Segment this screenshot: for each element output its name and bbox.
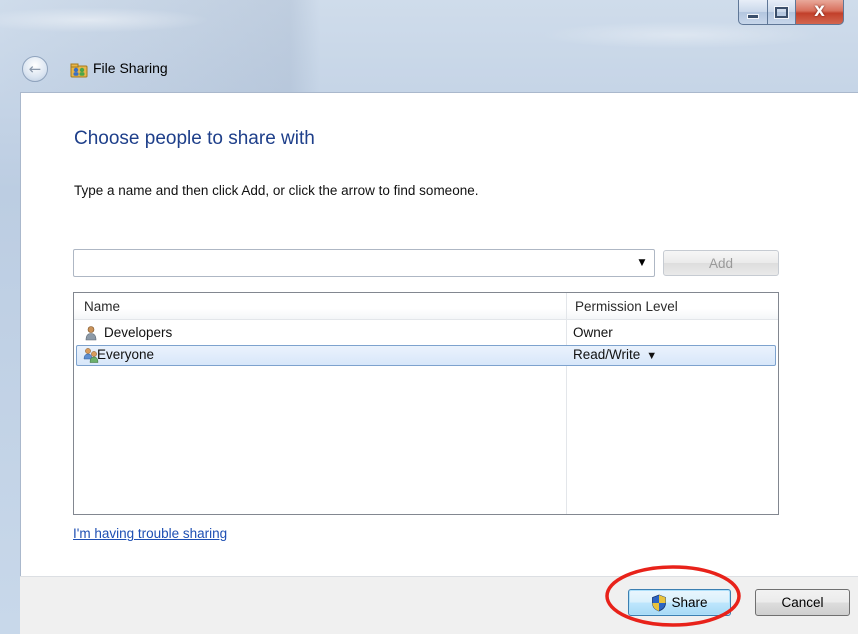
dropdown-arrow-icon[interactable]: ▼ <box>630 250 654 276</box>
list-item-selected[interactable]: Everyone Read/Write ▼ <box>76 345 776 366</box>
back-button[interactable]: ← <box>22 56 48 82</box>
minimize-button[interactable] <box>738 0 768 25</box>
back-arrow-icon: ← <box>28 59 42 78</box>
trouble-sharing-link[interactable]: I'm having trouble sharing <box>73 526 227 541</box>
maximize-icon <box>775 6 788 18</box>
content-panel: Choose people to share with Type a name … <box>20 92 858 577</box>
share-button[interactable]: Share <box>628 589 731 616</box>
row-name: Everyone <box>97 347 155 362</box>
share-button-label: Share <box>671 595 708 610</box>
dropdown-arrow-icon: ▼ <box>646 350 658 362</box>
add-button[interactable]: Add <box>663 250 779 276</box>
permission-dropdown[interactable]: Read/Write ▼ <box>573 347 657 362</box>
row-permission: Owner <box>573 325 613 340</box>
row-permission: Read/Write <box>573 347 641 362</box>
close-button[interactable]: X <box>796 0 844 25</box>
file-sharing-icon <box>70 63 88 78</box>
name-combobox[interactable]: ▼ <box>73 249 655 277</box>
minimize-icon <box>747 13 759 19</box>
uac-shield-icon <box>652 594 667 611</box>
caption-buttons: X <box>738 0 844 26</box>
maximize-button[interactable] <box>768 0 796 25</box>
people-list[interactable]: Name Permission Level Developers Owner E… <box>73 292 779 515</box>
column-header-permission[interactable]: Permission Level <box>575 293 678 319</box>
list-item[interactable]: Developers Owner <box>76 323 776 344</box>
dialog-footer: Share Cancel <box>20 576 858 634</box>
close-icon: X <box>814 4 825 20</box>
list-header: Name Permission Level <box>74 293 778 320</box>
user-icon <box>85 326 97 341</box>
aero-glass-background <box>0 0 858 100</box>
row-name: Developers <box>104 325 173 340</box>
column-header-name[interactable]: Name <box>84 293 120 319</box>
cancel-button[interactable]: Cancel <box>755 589 850 616</box>
page-heading: Choose people to share with <box>74 128 315 149</box>
file-sharing-window: X ← File Sharing Choose people to share … <box>0 0 858 634</box>
instructions-text: Type a name and then click Add, or click… <box>74 183 479 198</box>
name-input[interactable] <box>77 253 621 275</box>
window-title: File Sharing <box>93 60 168 76</box>
